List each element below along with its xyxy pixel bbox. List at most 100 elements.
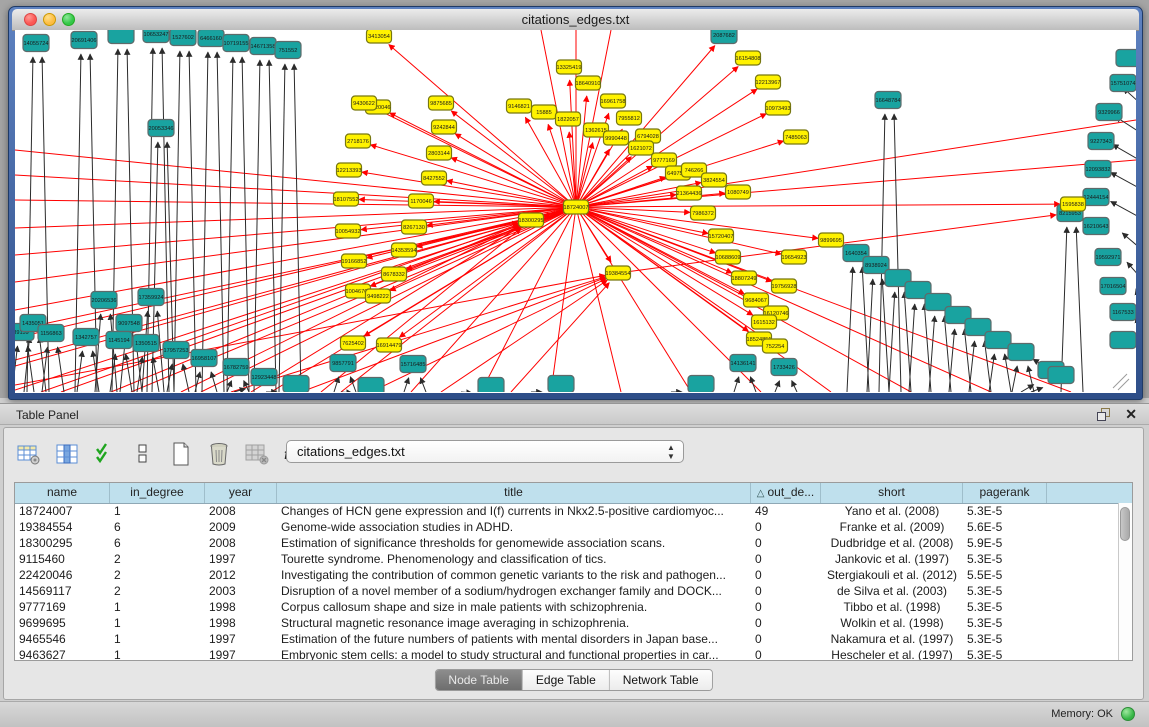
network-window-titlebar[interactable]: citations_edges.txt	[12, 9, 1139, 31]
table-selector-dropdown[interactable]: citations_edges.txt ▲▼	[286, 440, 684, 463]
graph-node[interactable]: 9097548	[116, 315, 142, 332]
graph-node[interactable]: 14353594	[392, 243, 417, 257]
graph-node[interactable]: 1080749	[726, 185, 751, 199]
graph-node[interactable]: 7955812	[617, 111, 642, 125]
graph-node[interactable]	[1048, 367, 1074, 384]
table-scrollbar[interactable]	[1118, 503, 1132, 660]
graph-node[interactable]: 18807249	[732, 271, 757, 285]
select-all-icon[interactable]	[92, 441, 118, 467]
close-button[interactable]	[24, 13, 37, 26]
graph-node[interactable]: 16648784	[875, 92, 901, 109]
graph-node[interactable]	[108, 30, 134, 44]
graph-node[interactable]	[1116, 50, 1136, 67]
column-header-title[interactable]: title	[277, 483, 751, 503]
graph-node[interactable]: 9498222	[366, 289, 391, 303]
graph-node[interactable]: 20691406	[71, 32, 97, 49]
graph-node[interactable]: 19166852	[342, 254, 367, 268]
table-row[interactable]: 946554611997Estimation of the future num…	[15, 631, 1119, 647]
graph-node[interactable]: 15751074	[1110, 75, 1136, 92]
graph-node[interactable]: 15885	[532, 105, 557, 119]
graph-node[interactable]: 21364436	[677, 186, 702, 200]
graph-node[interactable]: 13325419	[557, 60, 582, 74]
graph-node[interactable]: 1615132	[752, 315, 777, 329]
close-panel-icon[interactable]: ✕	[1125, 406, 1137, 423]
graph-node[interactable]	[358, 378, 384, 393]
graph-node[interactable]: 1167533	[1110, 304, 1136, 321]
column-header-in_degree[interactable]: in_degree	[110, 483, 205, 503]
graph-node[interactable]: 7485063	[784, 130, 809, 144]
graph-node[interactable]: 19592971	[1095, 249, 1121, 266]
graph-node[interactable]: 10973493	[766, 101, 791, 115]
graph-node[interactable]: 1595838	[1061, 197, 1086, 211]
float-panel-icon[interactable]	[1097, 408, 1111, 421]
graph-node[interactable]: 12213967	[756, 75, 781, 89]
graph-node[interactable]: 19384554	[606, 266, 631, 280]
graph-node[interactable]: 14671358	[250, 38, 276, 55]
graph-node[interactable]: 15716485	[400, 356, 426, 373]
table-row[interactable]: 1938455462009Genome-wide association stu…	[15, 519, 1119, 535]
graph-node[interactable]: 9990448	[604, 131, 629, 145]
minimize-button[interactable]	[43, 13, 56, 26]
table-row[interactable]: 946362711997Embryonic stem cells: a mode…	[15, 647, 1119, 660]
graph-node[interactable]: 1822057	[556, 112, 581, 126]
new-table-icon[interactable]	[168, 441, 194, 467]
graph-node[interactable]: 18640910	[576, 76, 601, 90]
graph-node[interactable]: 6466160	[198, 30, 224, 47]
column-header-short[interactable]: short	[821, 483, 963, 503]
graph-node[interactable]: 1733426	[771, 359, 797, 376]
graph-node[interactable]	[1110, 332, 1136, 349]
column-header-year[interactable]: year	[205, 483, 277, 503]
graph-node[interactable]: 7625402	[341, 336, 366, 350]
graph-node[interactable]: 18724007	[564, 200, 589, 214]
graph-node[interactable]: 20053346	[148, 120, 174, 137]
graph-node[interactable]: 19654923	[782, 250, 807, 264]
graph-node[interactable]: 2087682	[711, 30, 737, 44]
graph-node[interactable]: 9875685	[429, 96, 454, 110]
graph-node[interactable]: 3413054	[367, 30, 392, 43]
graph-node[interactable]: 8427552	[422, 171, 447, 185]
table-row[interactable]: 1830029562008Estimation of significance …	[15, 535, 1119, 551]
graph-node[interactable]: 10688609	[716, 250, 741, 264]
graph-node[interactable]: 19756928	[772, 279, 797, 293]
table-row[interactable]: 911546021997Tourette syndrome. Phenomeno…	[15, 551, 1119, 567]
graph-node[interactable]: 9430622	[352, 96, 377, 110]
table-row[interactable]: 1872400712008Changes of HCN gene express…	[15, 503, 1119, 519]
graph-node[interactable]: 10054932	[336, 224, 361, 238]
delete-row-icon[interactable]	[206, 441, 232, 467]
graph-node[interactable]: 8678332	[382, 267, 407, 281]
tab-node-table[interactable]: Node Table	[435, 670, 523, 690]
tab-edge-table[interactable]: Edge Table	[523, 670, 610, 690]
graph-node[interactable]: 9857791	[330, 355, 356, 372]
graph-node[interactable]: 8267130	[402, 220, 427, 234]
table-row[interactable]: 2242004622012Investigating the contribut…	[15, 567, 1119, 583]
graph-node[interactable]: 18300295	[519, 213, 544, 227]
tab-network-table[interactable]: Network Table	[610, 670, 712, 690]
graph-node[interactable]	[985, 332, 1011, 349]
graph-node[interactable]: 9146821	[507, 99, 532, 113]
graph-node[interactable]: 14055724	[23, 35, 49, 52]
graph-node[interactable]	[548, 376, 574, 393]
graph-node[interactable]: 16782759	[223, 359, 249, 376]
graph-node[interactable]: 16914479	[377, 338, 402, 352]
graph-node[interactable]: 9777169	[652, 153, 677, 167]
graph-node[interactable]: 10719155	[223, 35, 249, 52]
graph-node[interactable]: 751552	[275, 42, 301, 59]
graph-node[interactable]: 12213393	[337, 163, 362, 177]
column-header-out_degree[interactable]: △out_de...	[751, 483, 821, 503]
table-row[interactable]: 977716911998Corpus callosum shape and si…	[15, 599, 1119, 615]
graph-node[interactable]: 12923448	[251, 369, 277, 386]
graph-node[interactable]: 7986372	[691, 206, 716, 220]
table-settings-icon[interactable]	[16, 441, 42, 467]
graph-node[interactable]: 9899695	[819, 233, 844, 247]
graph-node[interactable]: 1170046	[409, 194, 434, 208]
graph-node[interactable]: 9242844	[432, 120, 457, 134]
graph-node[interactable]: 9329966	[1096, 104, 1122, 121]
graph-node[interactable]: 752254	[763, 339, 788, 353]
graph-node[interactable]: 1342757	[73, 329, 99, 346]
column-header-name[interactable]: name	[15, 483, 110, 503]
graph-node[interactable]: 1527602	[170, 30, 196, 46]
graph-node[interactable]	[688, 376, 714, 393]
graph-node[interactable]: 1621072	[629, 141, 654, 155]
deselect-all-icon[interactable]	[130, 441, 156, 467]
graph-node[interactable]: 12093832	[1085, 161, 1111, 178]
